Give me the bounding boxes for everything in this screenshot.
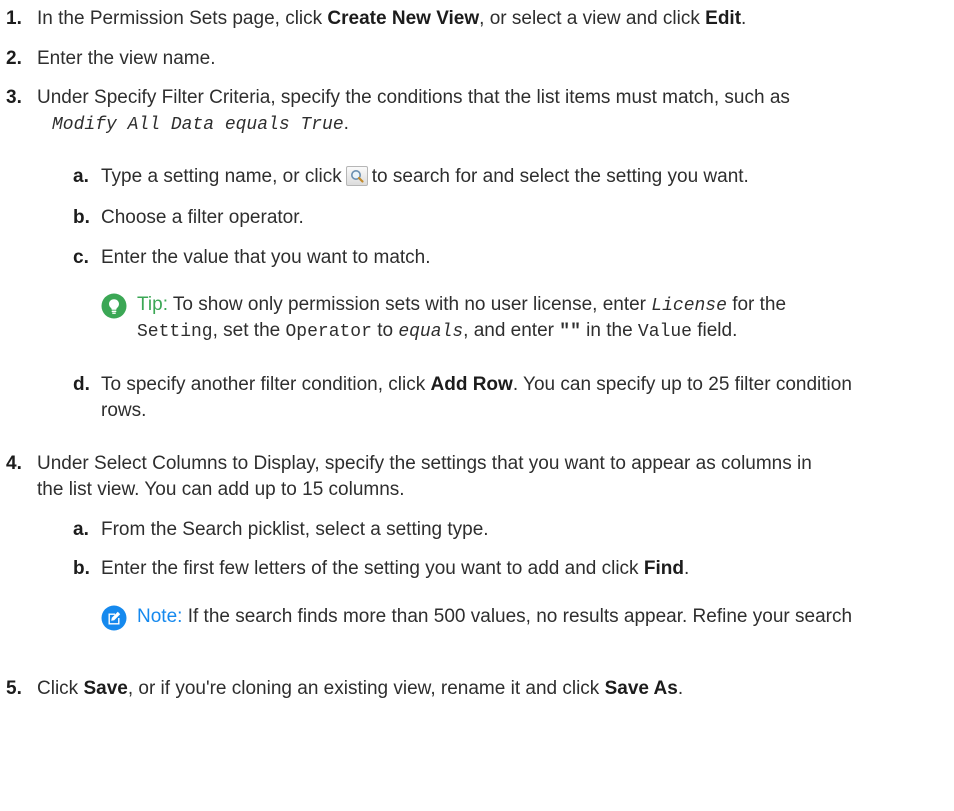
substep-text: From the Search picklist, select a setti… [101,519,489,540]
substep-letter: d. [73,374,90,395]
code-empty-string: "" [559,322,581,342]
tip-line-2: Setting, set the Operator to equals, and… [137,320,738,342]
code-example: Modify All Data equals True [52,115,344,135]
note-line: Note: If the search finds more than 500 … [137,606,853,627]
step-text: Under Specify Filter Criteria, specify t… [37,87,790,108]
code-equals: equals [398,322,464,342]
code-operator: Operator [285,322,372,342]
step-text: Enter the view name. [37,48,216,69]
magnifier-icon [350,170,364,183]
lightbulb-icon [101,293,127,319]
tip-label: Tip: [137,294,168,315]
substep-text: Enter the first few letters of the setti… [101,558,690,579]
substep-letter: c. [73,247,89,268]
substep-letter: a. [73,519,89,540]
tip-line-1: Tip: To show only permission sets with n… [137,294,787,316]
step-number: 3. [6,87,22,108]
step-text: In the Permission Sets page, click Creat… [37,8,747,29]
step-text: Click Save, or if you're cloning an exis… [37,678,684,699]
substep-text: Choose a filter operator. [101,207,304,228]
substep-text: Type a setting name, or click to search f… [101,166,749,187]
step-number: 1. [6,8,22,29]
step-number: 4. [6,453,22,474]
code-setting: Setting [137,322,213,342]
search-lookup-button[interactable] [345,166,368,186]
substep-letter: a. [73,166,89,187]
substep-text: To specify another filter condition, cli… [101,374,852,395]
step-number: 5. [6,678,22,699]
substep-text: Enter the value that you want to match. [101,247,431,268]
step-text: Under Select Columns to Display, specify… [37,453,812,474]
substep-letter: b. [73,558,90,579]
note-label: Note: [137,606,183,627]
step-number: 2. [6,48,22,69]
edit-note-icon [101,605,127,631]
substep-letter: b. [73,207,90,228]
code-value: Value [637,322,692,342]
code-license: License [651,296,727,316]
